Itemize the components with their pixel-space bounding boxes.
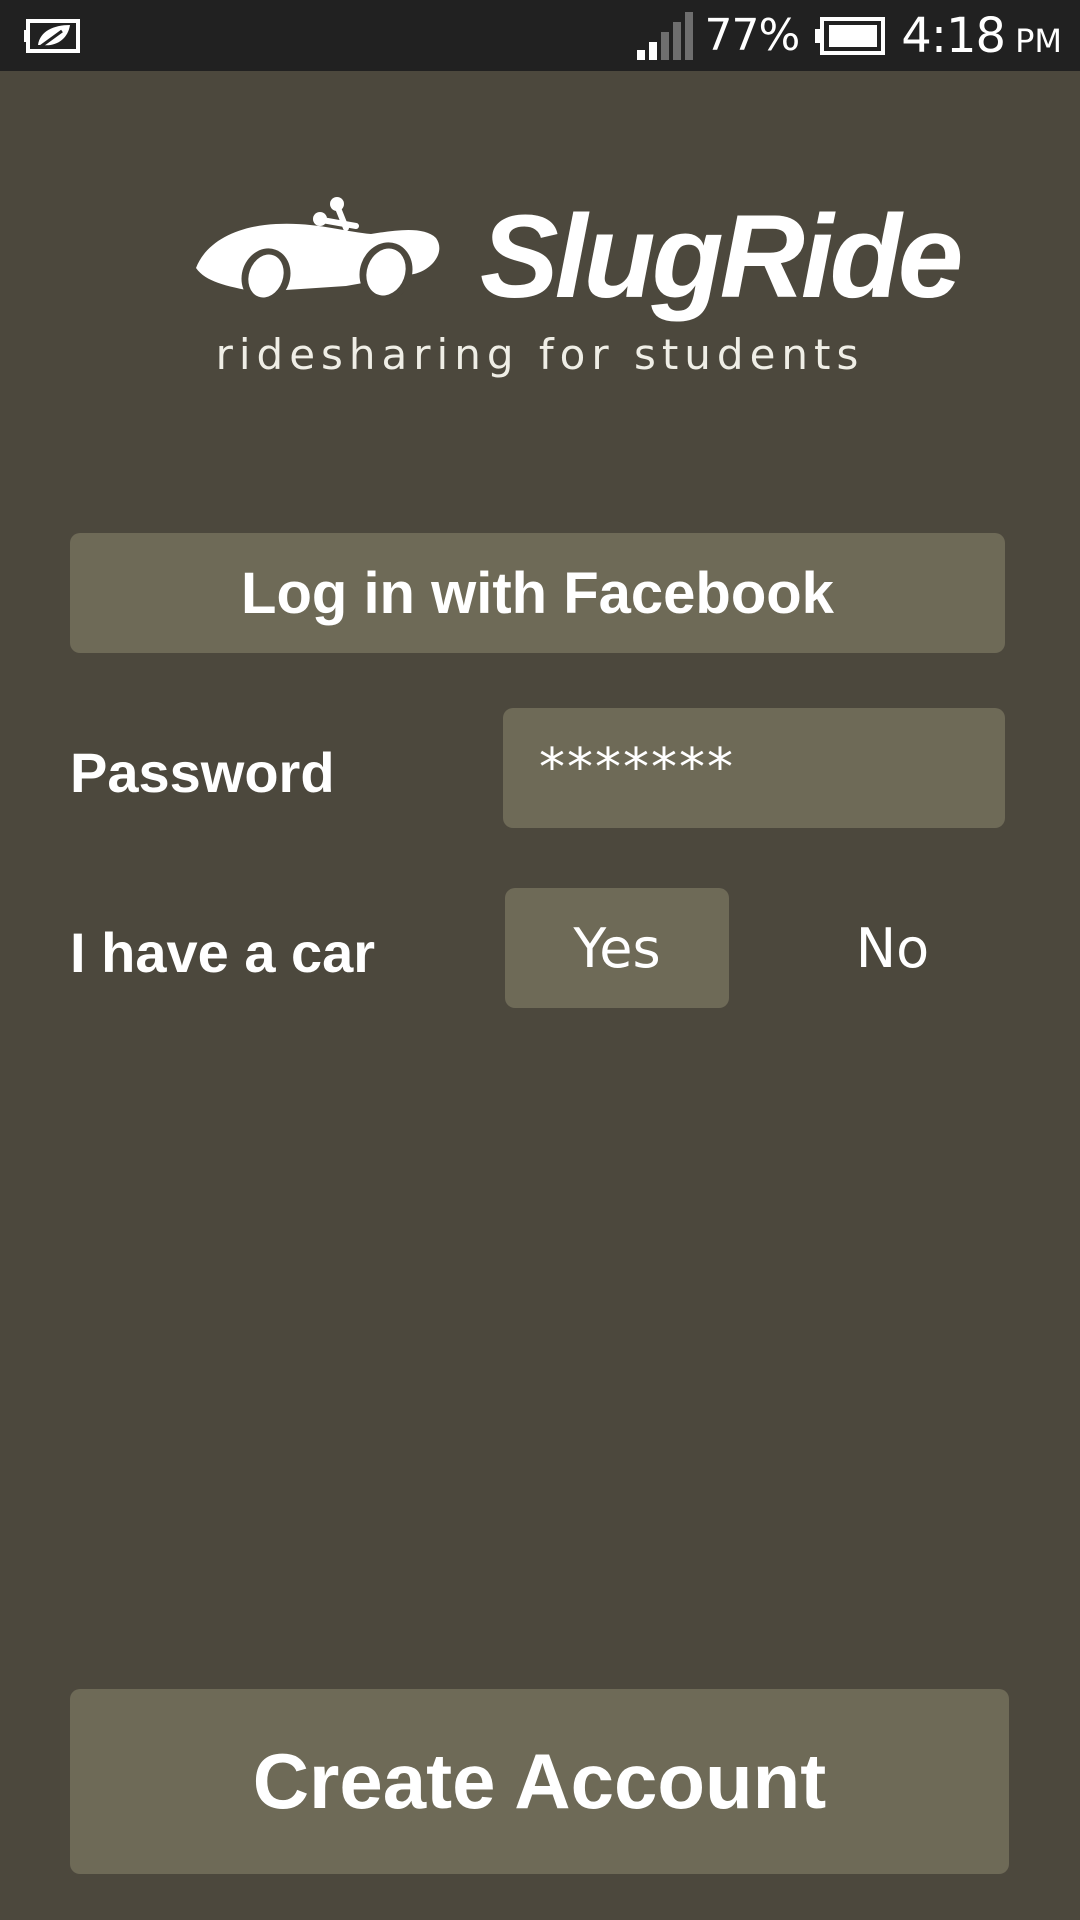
clock-ampm: PM: [1015, 21, 1062, 60]
slug-car-icon: [196, 197, 440, 304]
status-bar: 77% 4:18 PM: [0, 0, 1080, 71]
create-account-button[interactable]: Create Account: [70, 1689, 1009, 1874]
clock-time: 4:18: [901, 7, 1006, 64]
facebook-login-button[interactable]: Log in with Facebook: [70, 533, 1005, 653]
car-yes-button[interactable]: Yes: [505, 888, 729, 1008]
car-label: I have a car: [70, 921, 376, 984]
leaf-battery-icon: [24, 19, 80, 53]
battery-percent: 77%: [704, 10, 801, 61]
battery-icon: [815, 16, 886, 55]
app-tagline: ridesharing for students: [215, 330, 865, 379]
app-title: SlugRide: [480, 191, 963, 323]
password-label: Password: [70, 741, 335, 804]
password-field[interactable]: *******: [503, 708, 1005, 828]
signal-icon: [636, 11, 693, 60]
car-no-button[interactable]: No: [780, 888, 1005, 1008]
